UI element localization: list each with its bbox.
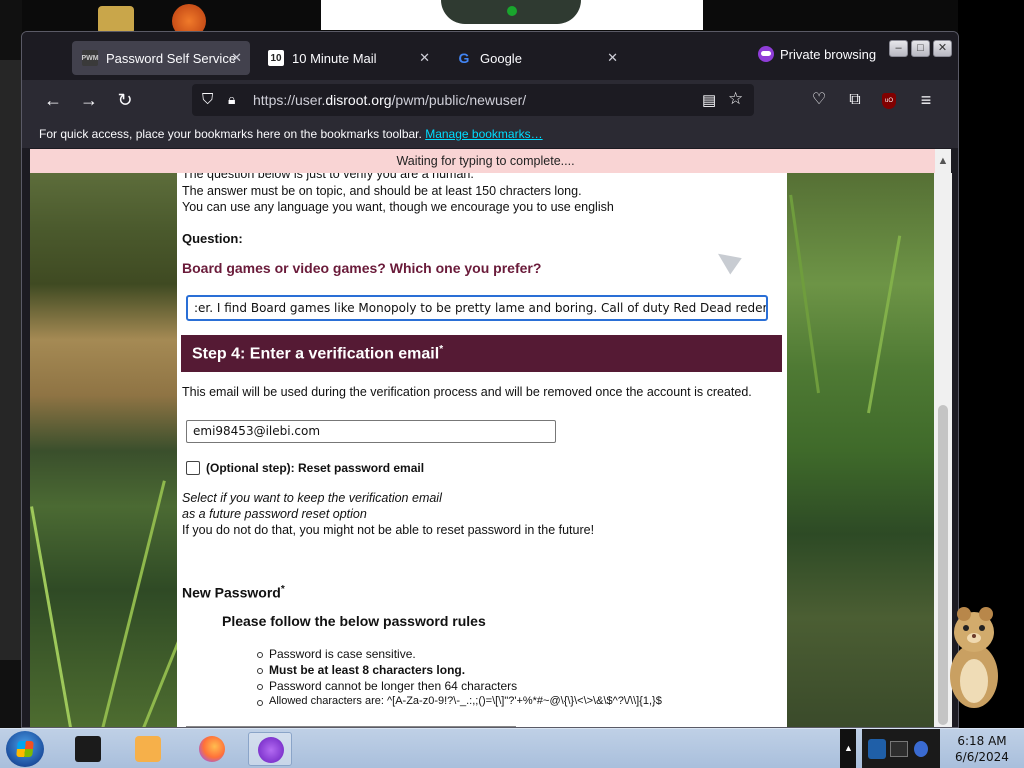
password-rule: Allowed characters are: ^[A-Za-z0-9!?\-_… — [257, 695, 662, 711]
reload-icon[interactable]: ↻ — [114, 90, 136, 110]
new-password-label: New Password* — [182, 584, 285, 601]
intro-line: You can use any language you want, thoug… — [182, 200, 614, 214]
firefox-icon — [199, 736, 225, 762]
optional-note: as a future password reset option — [182, 507, 367, 521]
question-text: Board games or video games? Which one yo… — [182, 260, 542, 276]
forward-arrow-icon[interactable]: → — [78, 90, 100, 110]
google-favicon-icon: G — [458, 50, 470, 66]
password-rules-list: Password is case sensitive. Must be at l… — [257, 647, 662, 711]
close-window-button[interactable]: ✕ — [933, 40, 952, 57]
system-tray — [862, 729, 940, 768]
question-answer-input[interactable]: :er. I find Board games like Monopoly to… — [186, 295, 768, 321]
taskbar-app-firefox[interactable] — [190, 732, 234, 766]
browser-window: PWM Password Self Service ✕ 10 10 Minute… — [21, 31, 959, 728]
optional-warning: If you do not do that, you might not be … — [182, 523, 595, 537]
scroll-up-arrow-icon[interactable]: ▲ — [935, 149, 951, 173]
reset-email-checkbox[interactable] — [186, 461, 200, 475]
intro-line: The answer must be on topic, and should … — [182, 184, 582, 198]
question-label: Question: — [182, 231, 243, 246]
system-clock[interactable]: 6:18 AM 6/6/2024 — [940, 733, 1024, 765]
step4-header: Step 4: Enter a verification email* — [181, 335, 782, 372]
background-window — [321, 0, 703, 30]
reed-graphic — [789, 194, 820, 394]
hamster-mascot-icon — [950, 607, 998, 708]
background-image-right — [787, 173, 934, 727]
taskbar: ▲ 6:18 AM 6/6/2024 — [0, 728, 1024, 768]
password-rule: Must be at least 8 characters long. — [257, 663, 662, 679]
desktop-left-edge — [0, 0, 22, 728]
address-bar[interactable]: ⛉ 🔒︎ https://user.disroot.org/pwm/public… — [192, 84, 754, 116]
reed-graphic — [30, 506, 73, 727]
desktop-folder-icon[interactable] — [98, 6, 134, 34]
private-browsing-indicator: Private browsing — [758, 46, 876, 62]
tracking-shield-icon[interactable]: ⛉ — [202, 91, 213, 108]
show-hidden-icons-icon[interactable]: ▲ — [844, 743, 853, 753]
extensions-icon[interactable]: ⧉ — [844, 90, 866, 110]
taskbar-app-media[interactable] — [126, 732, 170, 766]
intro-line: The question below is just to verify you… — [182, 173, 474, 181]
close-tab-icon[interactable]: ✕ — [419, 50, 430, 66]
private-mask-icon — [758, 46, 774, 62]
reed-graphic — [867, 235, 902, 414]
tab-google[interactable]: G Google ✕ — [446, 41, 626, 75]
firefox-private-icon — [258, 737, 284, 763]
network-icon[interactable] — [890, 741, 908, 757]
bookmarks-toolbar: For quick access, place your bookmarks h… — [22, 120, 958, 148]
ublock-origin-icon[interactable]: uO — [882, 93, 896, 109]
optional-note: Select if you want to keep the verificat… — [182, 491, 442, 505]
reset-email-checkbox-label[interactable]: (Optional step): Reset password email — [206, 461, 424, 475]
maximize-button[interactable]: □ — [911, 40, 930, 57]
taskbar-app-terminal[interactable] — [66, 732, 110, 766]
background-window-indicator — [507, 6, 517, 16]
private-browsing-label: Private browsing — [780, 46, 877, 62]
ten-minute-mail-favicon-icon: 10 — [268, 50, 284, 66]
pocket-icon[interactable]: ♡ — [808, 90, 830, 110]
password-rules-heading: Please follow the below password rules — [222, 613, 486, 629]
verification-email-input[interactable]: emi98453@ilebi.com — [186, 420, 556, 443]
taskbar-app-firefox-private[interactable] — [248, 732, 292, 766]
hamburger-menu-icon[interactable]: ≡ — [915, 90, 937, 110]
back-arrow-icon[interactable]: ← — [42, 90, 64, 110]
tab-label: Google — [480, 50, 522, 66]
window-controls: – □ ✕ — [889, 40, 952, 57]
manage-bookmarks-link[interactable]: Manage bookmarks… — [425, 127, 542, 141]
clock-time: 6:18 AM — [957, 734, 1007, 748]
terminal-icon — [75, 736, 101, 762]
tab-password-self-service[interactable]: PWM Password Self Service ✕ — [72, 41, 250, 75]
bookmark-star-icon[interactable]: ☆ — [728, 89, 743, 109]
waiting-notification-bar: Waiting for typing to complete.... — [30, 149, 941, 173]
volume-icon[interactable] — [914, 741, 928, 757]
start-button[interactable] — [6, 731, 44, 767]
security-shield-icon[interactable] — [868, 739, 886, 759]
pwm-favicon-icon: PWM — [81, 50, 99, 66]
close-tab-icon[interactable]: ✕ — [231, 50, 242, 66]
media-player-icon — [135, 736, 161, 762]
navigation-toolbar: ← → ↻ ⛉ 🔒︎ https://user.disroot.org/pwm/… — [22, 80, 958, 120]
clock-date: 6/6/2024 — [955, 750, 1009, 764]
registration-form: The question below is just to verify you… — [177, 173, 787, 727]
bookmarks-hint: For quick access, place your bookmarks h… — [39, 127, 422, 141]
tab-label: 10 Minute Mail — [292, 50, 377, 66]
close-tab-icon[interactable]: ✕ — [607, 50, 618, 66]
password-rule: Password cannot be longer then 64 charac… — [257, 679, 662, 695]
tab-10-minute-mail[interactable]: 10 10 Minute Mail ✕ — [258, 41, 438, 75]
page-viewport: The question below is just to verify you… — [30, 173, 934, 727]
password-rule: Password is case sensitive. — [257, 647, 662, 663]
tab-label: Password Self Service — [106, 50, 237, 66]
url-text[interactable]: https://user.disroot.org/pwm/public/newu… — [253, 92, 526, 108]
background-window-strip — [0, 60, 22, 660]
mouse-cursor-icon — [712, 245, 742, 275]
minimize-button[interactable]: – — [889, 40, 908, 57]
background-image-left — [30, 173, 218, 727]
email-note: This email will be used during the verif… — [182, 385, 752, 399]
required-marker: * — [439, 344, 444, 355]
lock-icon[interactable]: 🔒︎ — [228, 91, 235, 108]
tab-bar: PWM Password Self Service ✕ 10 10 Minute… — [22, 32, 958, 80]
reader-view-icon[interactable]: ▤ — [702, 91, 716, 109]
step4-title: Step 4: Enter a verification email — [192, 345, 440, 363]
